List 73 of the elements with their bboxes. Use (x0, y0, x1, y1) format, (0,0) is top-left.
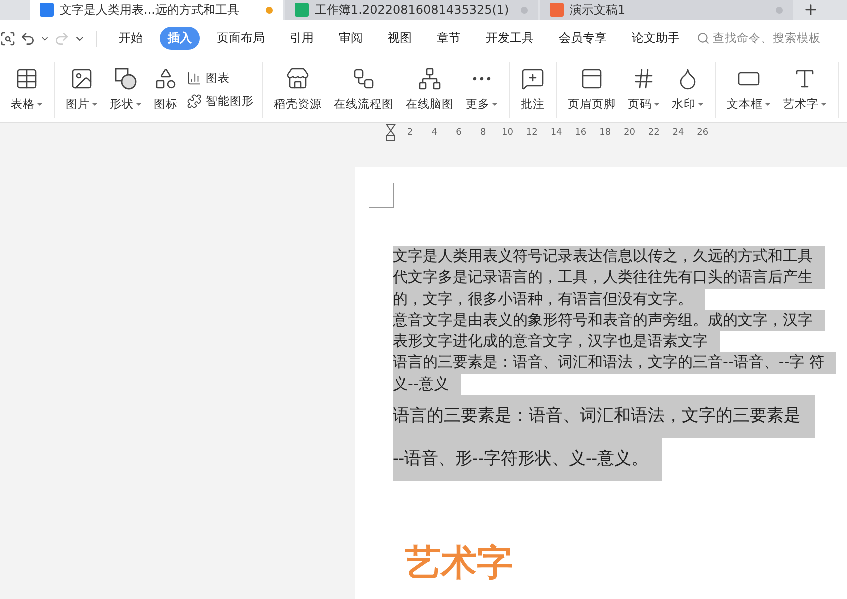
menu-tab[interactable]: 论文助手 (624, 27, 688, 50)
document-tab[interactable]: 演示文稿1 (540, 0, 793, 20)
word-art-text: 艺术字 (405, 543, 514, 584)
header-footer-icon (580, 67, 604, 91)
ruler-number: 2 (406, 128, 414, 138)
document-text: 语言的三要素是：语音、词汇和语法，文字的三音--语音、--字 符 (393, 352, 836, 374)
ruler-number: 10 (501, 128, 514, 138)
toolbar-button[interactable]: 水印 (669, 67, 707, 112)
app-icon (40, 3, 54, 17)
toolbar-button[interactable]: 在线流程图 (331, 67, 397, 112)
ruler-number: 8 (480, 128, 488, 138)
undo-icon[interactable] (20, 30, 36, 46)
bar-chart-icon (187, 70, 202, 86)
shapes-icon (154, 67, 178, 91)
toolbar-button[interactable]: 稻壳资源 (271, 67, 325, 112)
menu-tab[interactable]: 会员专享 (551, 27, 615, 50)
menu-tab[interactable]: 视图 (380, 27, 420, 50)
toolbar-button[interactable]: 页码 (625, 67, 663, 112)
mind-map-icon (418, 67, 442, 91)
menu-tab[interactable]: 章节 (429, 27, 469, 50)
ruler-number: 16 (574, 128, 588, 138)
ruler-number: 14 (550, 128, 564, 138)
document-text: 义--意义 (393, 374, 461, 396)
more-icon (473, 77, 491, 81)
flowchart-icon (352, 67, 376, 91)
ruler-number: 6 (455, 128, 463, 138)
toolbar-button[interactable]: 更多 (463, 67, 501, 112)
comment-icon (521, 67, 545, 91)
app-icon (550, 3, 564, 17)
toolbar-button[interactable]: 在线脑图 (403, 67, 457, 112)
toolbar-button[interactable]: 图表 (187, 70, 254, 86)
toolbar-button[interactable]: 表格 (8, 67, 46, 112)
document-text: 代文字多是记录语言的，工具，人类往往先有口头的语言后产生 (393, 267, 825, 289)
toolbar-button[interactable]: 艺术字 (780, 67, 830, 112)
ruler-number: 26 (696, 128, 710, 138)
document-text: 表形文字进化成的意音文字，汉字也是语素文字 (393, 331, 720, 352)
search-icon (697, 32, 710, 45)
store-icon (286, 67, 310, 91)
menu-tab[interactable]: 页面布局 (209, 27, 273, 50)
preview-icon[interactable] (0, 30, 16, 46)
ruler-number: 12 (525, 128, 539, 138)
app-icon (295, 3, 309, 17)
shape-icon (114, 67, 138, 91)
toolbar-button[interactable]: 智能图形 (187, 94, 254, 108)
toolbar-button[interactable]: 页眉页脚 (565, 67, 619, 112)
document-text: 意音文字是由表义的象形符号和表音的声旁组。成的文字，汉字 (393, 310, 825, 332)
table-icon (15, 67, 39, 91)
menu-tab[interactable]: 开发工具 (478, 27, 542, 50)
document-tab[interactable]: 文字是人类用表...远的方式和工具 (30, 0, 283, 20)
indent-marker-icon[interactable] (386, 124, 396, 142)
ruler-number: 4 (430, 128, 438, 138)
image-icon (70, 67, 94, 91)
plus-icon (803, 2, 819, 18)
document-text: --语音、形--字符形状、义--意义。 (393, 438, 662, 482)
menu-tab[interactable]: 开始 (111, 27, 151, 50)
ruler-number: 22 (647, 128, 661, 138)
document-text: 文字是人类用表义符号记录表达信息以传之，久远的方式和工具 (393, 246, 825, 268)
toolbar-button[interactable]: 批注 (518, 67, 548, 112)
toolbar-button[interactable]: 形状 (107, 67, 145, 112)
ruler-number: 20 (622, 128, 636, 138)
puzzle-icon (187, 94, 202, 108)
toolbar-button[interactable]: 图片 (63, 67, 101, 112)
margin-corner-mark (369, 183, 394, 208)
document-text: 语言的三要素是：语音、词汇和语法，文字的三要素是 (393, 395, 815, 438)
menu-tab[interactable]: 审阅 (331, 27, 371, 50)
document-text: 的，文字，很多小语种，有语言但没有文字。 (393, 288, 705, 310)
toolbar-button[interactable]: 图标 (151, 67, 181, 112)
ruler-number: 18 (598, 128, 612, 138)
search-field[interactable]: 查找命令、搜索模板 (713, 31, 821, 46)
menu-tab[interactable]: 引用 (282, 27, 322, 50)
toolbar-button[interactable]: 文本框 (724, 67, 774, 112)
ruler-number: 24 (672, 128, 686, 138)
document-tab[interactable]: 工作簿1.20220816081435325(1) (285, 0, 538, 20)
